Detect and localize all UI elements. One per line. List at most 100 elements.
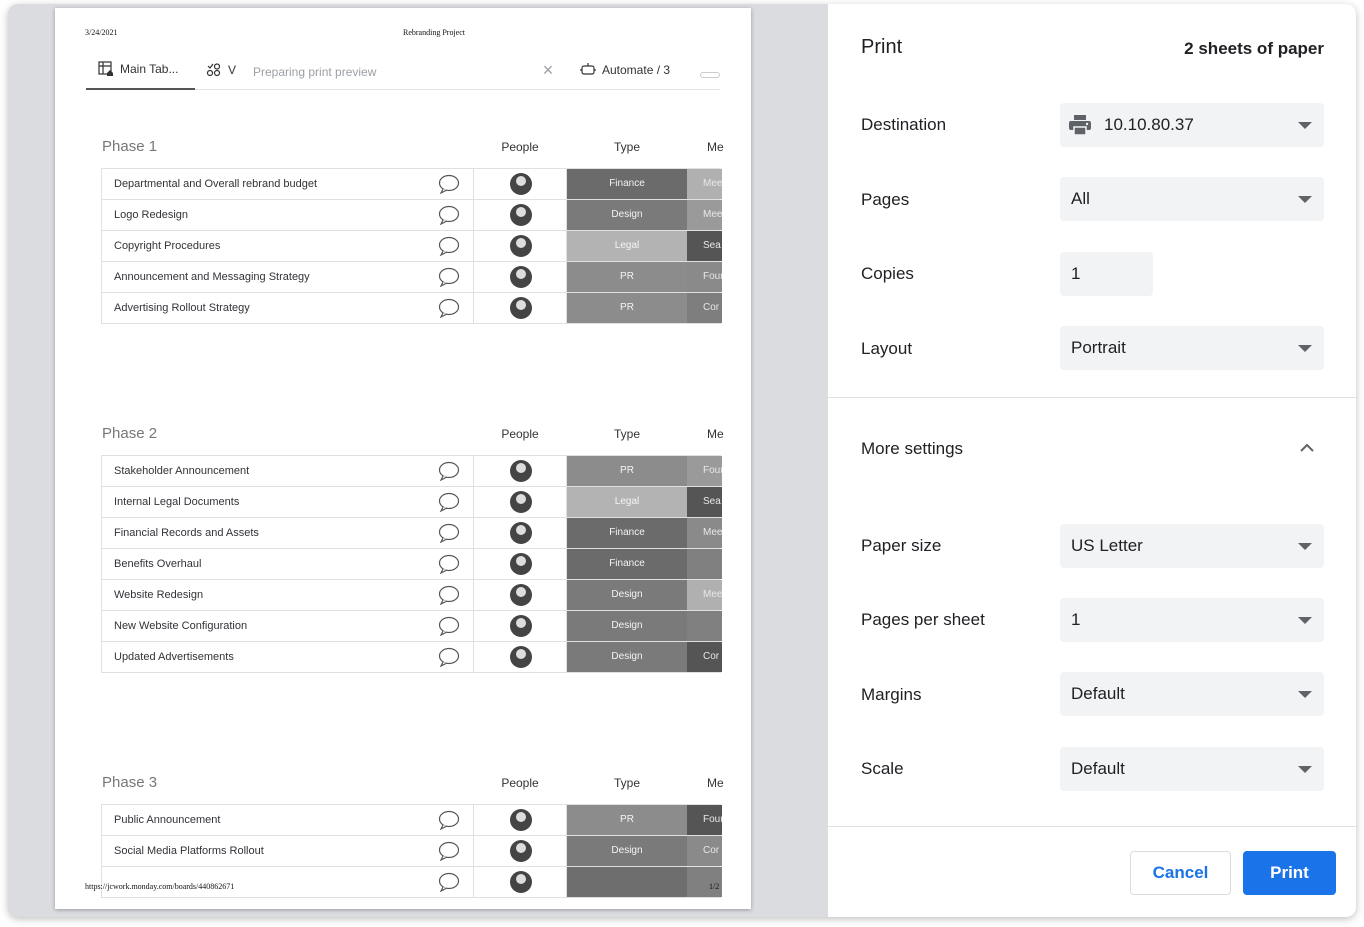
table-row: Financial Records and Assets Finance Mee bbox=[102, 518, 722, 549]
print-preview-area[interactable]: 3/24/2021 Rebranding Project Main Tab... bbox=[8, 4, 828, 917]
sheet-header-title: Rebranding Project bbox=[403, 28, 465, 37]
tab-main-table: Main Tab... bbox=[86, 50, 195, 90]
avatar bbox=[510, 297, 532, 319]
group-title: Phase 1 bbox=[102, 138, 158, 155]
robot-icon bbox=[580, 63, 596, 75]
copies-value: 1 bbox=[1071, 264, 1081, 283]
table-row: Departmental and Overall rebrand budget F… bbox=[102, 169, 722, 200]
item-name: Advertising Rollout Strategy bbox=[114, 302, 250, 314]
avatar bbox=[510, 553, 532, 575]
item-name: Website Redesign bbox=[114, 589, 204, 601]
comment-bubble-icon bbox=[438, 492, 460, 512]
me-status-cell: Foun bbox=[687, 456, 722, 486]
comment-bubble-icon bbox=[438, 174, 460, 194]
group-header: Phase 2 People Type Me bbox=[101, 425, 724, 455]
table-row: Logo Redesign Design Mee bbox=[102, 200, 722, 231]
column-header-type: Type bbox=[613, 427, 640, 441]
table-row: Stakeholder Announcement PRFoun bbox=[102, 456, 722, 487]
me-status-cell: Mee bbox=[687, 200, 722, 230]
table-row: Copyright Procedures Legal Sea bbox=[102, 231, 722, 262]
print-button[interactable]: Print bbox=[1243, 851, 1336, 895]
me-status-cell: Mee bbox=[687, 169, 722, 199]
me-status-cell: Cor bbox=[687, 293, 722, 323]
column-header-me: Me bbox=[707, 427, 724, 441]
cancel-button[interactable]: Cancel bbox=[1130, 851, 1231, 895]
me-status-cell: Sea bbox=[687, 231, 722, 261]
table-row: Benefits Overhaul Finance bbox=[102, 549, 722, 580]
table-row: Internal Legal Documents Legal Sea bbox=[102, 487, 722, 518]
type-status-cell: Design bbox=[567, 200, 687, 230]
item-name: Announcement and Messaging Strategy bbox=[114, 271, 310, 283]
paper-size-select[interactable]: US Letter bbox=[1060, 524, 1324, 568]
layout-select[interactable]: Portrait bbox=[1060, 326, 1324, 370]
board-group: Phase 3 People Type Me Public Announcement PR… bbox=[101, 774, 724, 898]
comment-bubble-icon bbox=[438, 267, 460, 287]
dialog-footer: Cancel Print bbox=[828, 826, 1356, 917]
avatar bbox=[510, 266, 532, 288]
me-status-cell: Sea bbox=[687, 487, 722, 517]
copies-input[interactable]: 1 bbox=[1060, 252, 1153, 296]
people-cell bbox=[473, 642, 567, 672]
comment-bubble-icon bbox=[438, 236, 460, 256]
sheet-count: 2 sheets of paper bbox=[1184, 39, 1324, 58]
comment-bubble-icon bbox=[438, 554, 460, 574]
views-icon bbox=[206, 63, 221, 77]
people-cell bbox=[473, 231, 567, 261]
table-home-icon bbox=[98, 61, 113, 76]
people-cell bbox=[473, 580, 567, 610]
column-header-type: Type bbox=[613, 140, 640, 154]
group-title: Phase 3 bbox=[102, 774, 158, 791]
type-status-cell: Design bbox=[567, 836, 687, 866]
people-cell bbox=[473, 611, 567, 641]
avatar bbox=[510, 871, 532, 893]
me-status-cell bbox=[687, 549, 722, 579]
scale-label: Scale bbox=[861, 759, 904, 778]
pages-value: All bbox=[1071, 189, 1090, 208]
preview-sheet: 3/24/2021 Rebranding Project Main Tab... bbox=[55, 8, 751, 909]
destination-label: Destination bbox=[861, 115, 947, 134]
column-header-people: People bbox=[501, 427, 539, 441]
chevron-up-icon[interactable] bbox=[1299, 440, 1315, 456]
comment-bubble-icon bbox=[438, 616, 460, 636]
table-row: Public Announcement PRFoun bbox=[102, 805, 722, 836]
close-icon: × bbox=[542, 60, 554, 80]
tab-views-label: V bbox=[228, 63, 237, 77]
people-cell bbox=[473, 836, 567, 866]
type-status-cell: Legal bbox=[567, 487, 687, 517]
avatar bbox=[510, 235, 532, 257]
comment-bubble-icon bbox=[438, 872, 460, 892]
pages-per-sheet-select[interactable]: 1 bbox=[1060, 598, 1324, 642]
paper-size-value: US Letter bbox=[1071, 536, 1143, 555]
board-tab-bar: Main Tab... V Preparing print preview × bbox=[86, 50, 720, 90]
scale-select[interactable]: Default bbox=[1060, 747, 1324, 791]
destination-select[interactable]: 10.10.80.37 bbox=[1060, 103, 1324, 147]
margins-select[interactable]: Default bbox=[1060, 672, 1324, 716]
table-row: Social Media Platforms Rollout Design Cor bbox=[102, 836, 722, 867]
people-cell bbox=[473, 200, 567, 230]
tab-automate-label: Automate / 3 bbox=[602, 63, 671, 77]
item-name: Updated Advertisements bbox=[114, 651, 234, 663]
table-row: Announcement and Messaging Strategy PR Fou… bbox=[102, 262, 722, 293]
avatar bbox=[510, 646, 532, 668]
type-status-cell: PR bbox=[567, 293, 687, 323]
print-dialog-window: 3/24/2021 Rebranding Project Main Tab... bbox=[8, 4, 1356, 917]
type-status-cell: Finance bbox=[567, 549, 687, 579]
group-rows: Stakeholder AnnouncementPRFounInternal L… bbox=[101, 455, 722, 673]
item-name: Internal Legal Documents bbox=[114, 496, 240, 508]
more-settings-toggle[interactable]: More settings bbox=[861, 439, 963, 459]
column-header-type: Type bbox=[613, 776, 640, 790]
table-row: Updated Advertisements Design Cor bbox=[102, 642, 722, 673]
board-group: Phase 2 People Type Me Stakeholder Announcem… bbox=[101, 425, 724, 673]
pages-select[interactable]: All bbox=[1060, 177, 1324, 221]
column-header-people: People bbox=[501, 140, 539, 154]
dropdown-arrow-icon bbox=[1298, 617, 1312, 624]
type-status-cell: Design bbox=[567, 642, 687, 672]
destination-value: 10.10.80.37 bbox=[1104, 115, 1194, 134]
people-cell bbox=[473, 487, 567, 517]
pages-per-sheet-label: Pages per sheet bbox=[861, 610, 985, 629]
me-status-cell: Cor bbox=[687, 642, 722, 672]
paper-size-label: Paper size bbox=[861, 536, 942, 555]
type-status-cell: PR bbox=[567, 262, 687, 292]
me-status-cell bbox=[687, 611, 722, 641]
me-status-cell: Mee bbox=[687, 580, 722, 610]
